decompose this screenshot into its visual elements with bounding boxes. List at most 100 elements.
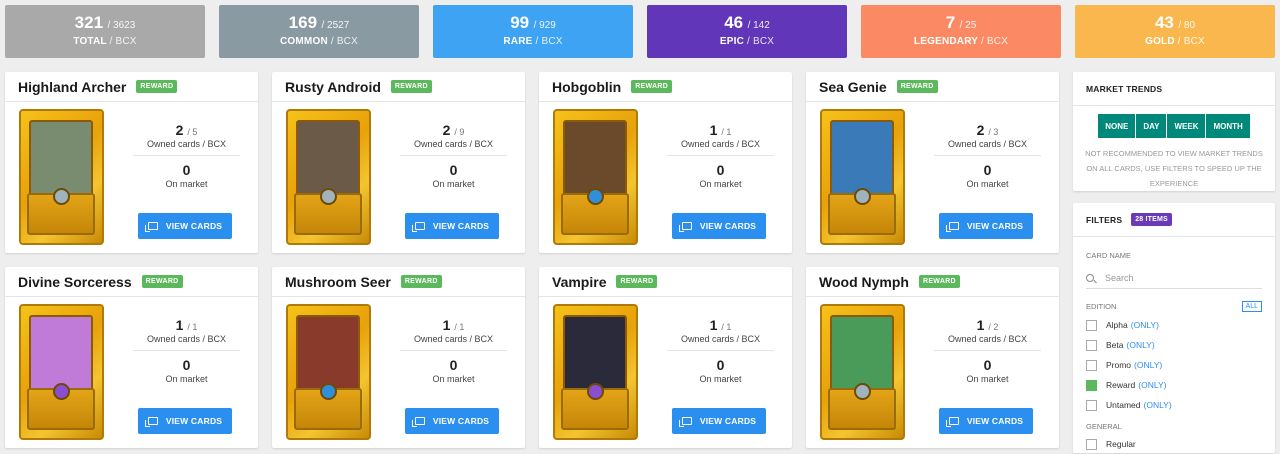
- card-panel: Hobgoblin REWARD 1 / 1 Owned cards / BCX …: [539, 72, 792, 253]
- card-art[interactable]: [19, 304, 104, 440]
- card-art[interactable]: [286, 304, 371, 440]
- stat-count: 46: [724, 13, 744, 32]
- gem-icon: [587, 188, 604, 205]
- owned-label: Owned cards / BCX: [680, 139, 761, 149]
- items-count-badge: 28 ITEMS: [1131, 213, 1172, 226]
- card-art[interactable]: [820, 109, 905, 245]
- stat-label: GOLD: [1145, 36, 1175, 47]
- only-link[interactable]: (ONLY): [1138, 380, 1166, 390]
- edition-option-beta[interactable]: Beta (ONLY): [1073, 335, 1275, 355]
- owned-label: Owned cards / BCX: [947, 139, 1028, 149]
- market-count: 0: [449, 357, 458, 373]
- only-link[interactable]: (ONLY): [1134, 360, 1162, 370]
- card-art[interactable]: [553, 304, 638, 440]
- gem-icon: [587, 383, 604, 400]
- stat-unit: / BCX: [330, 36, 358, 47]
- view-cards-button[interactable]: VIEW CARDS: [939, 408, 1033, 434]
- owned-count: 2: [175, 122, 184, 138]
- edition-option-untamed[interactable]: Untamed (ONLY): [1073, 395, 1275, 415]
- view-cards-button[interactable]: VIEW CARDS: [672, 408, 766, 434]
- cards-icon: [678, 222, 692, 232]
- owned-count: 2: [442, 122, 451, 138]
- stat-unit: / BCX: [747, 36, 775, 47]
- stat-total-count: / 3623: [107, 20, 136, 31]
- gem-icon: [854, 383, 871, 400]
- card-art[interactable]: [19, 109, 104, 245]
- card-art[interactable]: [553, 109, 638, 245]
- card-art[interactable]: [286, 109, 371, 245]
- edition-option-reward[interactable]: Reward (ONLY): [1073, 375, 1275, 395]
- trend-week-button[interactable]: WEEK: [1167, 114, 1207, 138]
- view-cards-button[interactable]: VIEW CARDS: [138, 408, 232, 434]
- market-label: On market: [432, 374, 475, 384]
- owned-count: 1: [976, 317, 985, 333]
- card-art[interactable]: [820, 304, 905, 440]
- view-cards-label: VIEW CARDS: [165, 416, 223, 426]
- card-title: Mushroom Seer: [285, 273, 391, 290]
- market-label: On market: [432, 179, 475, 189]
- card-panel: Vampire REWARD 1 / 1 Owned cards / BCX 0 …: [539, 267, 792, 448]
- view-cards-button[interactable]: VIEW CARDS: [939, 213, 1033, 239]
- trend-range-group: NONE DAY WEEK MONTH: [1073, 114, 1275, 138]
- view-cards-button[interactable]: VIEW CARDS: [672, 213, 766, 239]
- search-input[interactable]: Search: [1086, 267, 1262, 289]
- stat-gold: 43 / 80 GOLD / BCX: [1075, 5, 1275, 58]
- reward-badge: REWARD: [616, 275, 658, 288]
- view-cards-label: VIEW CARDS: [966, 416, 1024, 426]
- market-label: On market: [165, 179, 208, 189]
- cards-icon: [144, 417, 158, 427]
- search-placeholder: Search: [1105, 272, 1134, 283]
- checkbox-checked[interactable]: [1086, 379, 1097, 391]
- trend-month-button[interactable]: MONTH: [1206, 114, 1250, 138]
- view-cards-button[interactable]: VIEW CARDS: [138, 213, 232, 239]
- edition-name: Untamed: [1106, 400, 1141, 410]
- filters-panel: FILTERS 28 ITEMS CARD NAME Search EDITION…: [1073, 203, 1275, 453]
- trend-day-button[interactable]: DAY: [1136, 114, 1168, 138]
- owned-label: Owned cards / BCX: [146, 334, 227, 344]
- market-count: 0: [716, 357, 725, 373]
- owned-label: Owned cards / BCX: [680, 334, 761, 344]
- view-cards-button[interactable]: VIEW CARDS: [405, 213, 499, 239]
- all-editions-button[interactable]: ALL: [1241, 301, 1262, 312]
- stat-total: 321 / 3623 TOTAL / BCX: [5, 5, 205, 58]
- stat-unit: / BCX: [109, 36, 137, 47]
- card-title: Divine Sorceress: [18, 273, 132, 290]
- edition-name: Promo: [1106, 360, 1132, 370]
- market-label: On market: [966, 374, 1009, 384]
- stat-label: COMMON: [280, 36, 328, 47]
- only-link[interactable]: (ONLY): [1131, 320, 1159, 330]
- stat-label: LEGENDARY: [913, 36, 978, 47]
- card-portrait: [29, 120, 93, 196]
- only-link[interactable]: (ONLY): [1127, 340, 1155, 350]
- checkbox[interactable]: [1086, 438, 1097, 450]
- stat-unit: / BCX: [1177, 36, 1205, 47]
- view-cards-button[interactable]: VIEW CARDS: [405, 408, 499, 434]
- stat-total-count: / 142: [747, 20, 770, 31]
- edition-option-alpha[interactable]: Alpha (ONLY): [1073, 315, 1275, 335]
- checkbox[interactable]: [1086, 319, 1097, 331]
- owned-label: Owned cards / BCX: [413, 334, 494, 344]
- checkbox[interactable]: [1086, 339, 1097, 351]
- checkbox[interactable]: [1086, 359, 1097, 371]
- market-count: 0: [983, 357, 992, 373]
- card-portrait: [29, 315, 93, 391]
- card-portrait: [830, 315, 894, 391]
- trend-none-button[interactable]: NONE: [1098, 114, 1137, 138]
- owned-count: 1: [709, 317, 718, 333]
- card-panel: Rusty Android REWARD 2 / 9 Owned cards / …: [272, 72, 525, 253]
- general-option-regular[interactable]: Regular: [1073, 434, 1275, 454]
- rarity-stats-bar: 321 / 3623 TOTAL / BCX 169 / 2527 COMMON…: [5, 5, 1275, 58]
- stat-total-count: / 929: [533, 20, 556, 31]
- edition-option-promo[interactable]: Promo (ONLY): [1073, 355, 1275, 375]
- owned-total: / 1: [454, 322, 465, 332]
- card-title: Highland Archer: [18, 78, 127, 95]
- market-label: On market: [165, 374, 208, 384]
- gem-icon: [320, 188, 337, 205]
- stat-count: 99: [510, 13, 530, 32]
- owned-total: / 5: [187, 127, 198, 137]
- owned-total: / 9: [454, 127, 465, 137]
- checkbox[interactable]: [1086, 399, 1097, 411]
- only-link[interactable]: (ONLY): [1144, 400, 1172, 410]
- stat-total-count: / 25: [959, 20, 977, 31]
- view-cards-label: VIEW CARDS: [699, 416, 757, 426]
